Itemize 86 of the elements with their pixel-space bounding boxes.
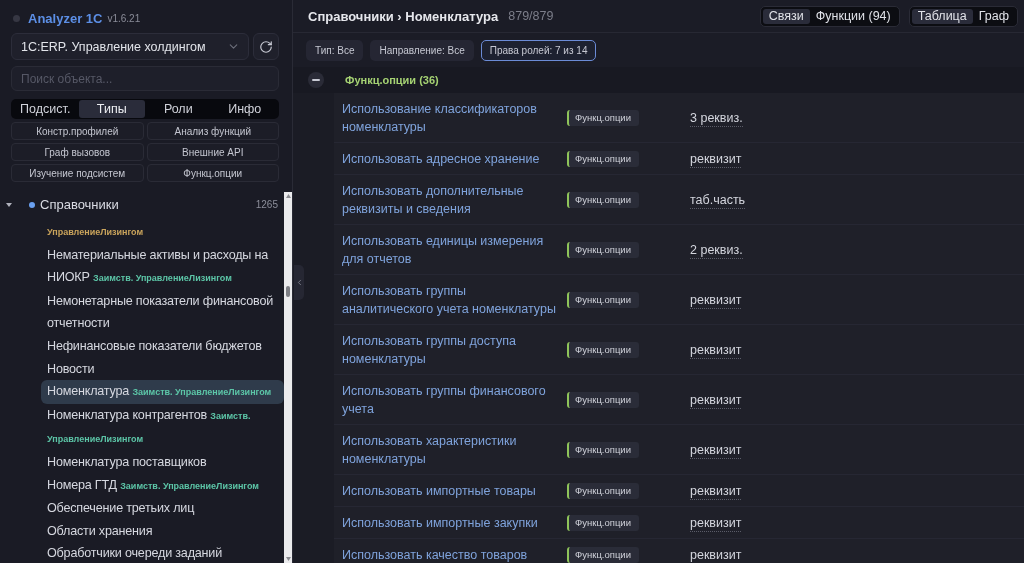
source-tag: Заимств. УправлениеЛизингом bbox=[132, 387, 272, 398]
source-tag: Заимств. УправлениеЛизингом bbox=[120, 480, 260, 491]
object-link[interactable]: Использовать группы финансового учета bbox=[342, 382, 556, 418]
type-tag: Функц.опции bbox=[567, 392, 639, 408]
app-version: v1.6.21 bbox=[107, 12, 141, 24]
tool-button[interactable]: Анализ функций bbox=[146, 122, 279, 140]
scroll-down-icon[interactable] bbox=[285, 557, 291, 561]
object-count: 879/879 bbox=[508, 9, 554, 23]
object-link[interactable]: Использовать характеристики номенклатуры bbox=[342, 432, 556, 468]
type-tag: Функц.опции bbox=[567, 110, 639, 126]
refresh-button[interactable] bbox=[253, 33, 279, 60]
tree-item[interactable]: Обработчики очереди заданий bbox=[41, 542, 284, 563]
segment-button[interactable]: Граф bbox=[972, 8, 1015, 24]
source-tag: Заимств. УправлениеЛизингом bbox=[93, 273, 232, 284]
tree-item[interactable]: Новости bbox=[41, 357, 284, 381]
type-tag: Функц.опции bbox=[567, 547, 639, 563]
tab[interactable]: Инфо bbox=[211, 100, 278, 118]
field-kind: реквизит bbox=[690, 391, 742, 409]
scrollbar-thumb[interactable] bbox=[286, 286, 290, 297]
field-kind: реквизит bbox=[690, 291, 742, 309]
config-select[interactable]: 1C:ERP. Управление холдингом bbox=[11, 33, 249, 60]
tree-item[interactable]: Обеспечение третьих лиц bbox=[41, 497, 284, 520]
segment-button[interactable]: Функции (94) bbox=[809, 8, 897, 24]
tree-item[interactable]: Номенклатура поставщиков bbox=[41, 450, 284, 474]
object-link[interactable]: Использовать группы доступа номенклатуры bbox=[342, 332, 556, 368]
tree-item[interactable]: Немонетарные показатели финансовой отчетности bbox=[41, 289, 284, 335]
object-link[interactable]: Использовать адресное хранение bbox=[342, 150, 556, 168]
tab[interactable]: Роли bbox=[145, 100, 212, 118]
tab[interactable]: Подсист. bbox=[12, 100, 79, 118]
object-link[interactable]: Использовать дополнительные реквизиты и сведения bbox=[342, 182, 556, 218]
field-kind: реквизит bbox=[690, 546, 742, 563]
tool-button[interactable]: Изучение подсистем bbox=[11, 164, 144, 182]
tree-item[interactable]: Номера ГТД Заимств. УправлениеЛизингом bbox=[41, 473, 284, 498]
field-kind: реквизит bbox=[690, 514, 742, 532]
field-kind: 2 реквиз. bbox=[690, 241, 743, 259]
filter-chip[interactable]: Тип: Все bbox=[306, 40, 364, 61]
group-title: Функц.опции (36) bbox=[345, 74, 439, 86]
tree-item[interactable]: УправлениеЛизингом bbox=[41, 220, 284, 244]
field-kind: реквизит bbox=[690, 441, 742, 459]
search-field[interactable]: Поиск объекта... bbox=[11, 66, 279, 91]
tree-item[interactable]: Номенклатура Заимств. УправлениеЛизингом bbox=[41, 380, 284, 404]
field-kind: таб.часть bbox=[690, 191, 746, 209]
filter-chip[interactable]: Направление: Все bbox=[370, 40, 474, 61]
field-kind: реквизит bbox=[690, 482, 742, 500]
tab[interactable]: Типы bbox=[78, 100, 145, 118]
field-kind: реквизит bbox=[690, 341, 742, 359]
field-kind: 3 реквиз. bbox=[690, 109, 743, 127]
type-tag: Функц.опции bbox=[567, 242, 639, 258]
app-title: Analyzer 1C bbox=[28, 10, 103, 26]
type-tag: Функц.опции bbox=[567, 442, 639, 458]
minus-icon bbox=[312, 76, 320, 84]
filter-chip[interactable]: Права ролей: 7 из 14 bbox=[480, 40, 597, 61]
object-link[interactable]: Использовать единицы измерения для отчетов bbox=[342, 232, 556, 268]
type-tag: Функц.опции bbox=[567, 292, 639, 308]
source-tag: УправлениеЛизингом bbox=[47, 227, 144, 237]
item-count: 1265 bbox=[255, 199, 278, 210]
tool-button[interactable]: Констр.профилей bbox=[11, 122, 144, 140]
tree-item[interactable]: Нематериальные активы и расходы на НИОКР Заимств. УправлениеЛизингом bbox=[41, 243, 284, 290]
status-dot-icon bbox=[13, 14, 20, 22]
segment-button[interactable]: Таблица bbox=[911, 8, 973, 24]
segment-button[interactable]: Связи bbox=[762, 8, 810, 24]
tree-item[interactable]: Области хранения bbox=[41, 519, 284, 543]
object-link[interactable]: Использовать импортные закупки bbox=[342, 514, 556, 532]
type-tag: Функц.опции bbox=[567, 192, 639, 208]
refresh-icon bbox=[259, 39, 273, 54]
scrollbar[interactable] bbox=[284, 192, 292, 563]
tool-button[interactable]: Граф вызовов bbox=[11, 143, 144, 161]
caret-down-icon[interactable] bbox=[6, 201, 12, 208]
type-tag: Функц.опции bbox=[567, 483, 639, 499]
tree-item[interactable]: Номенклатура контрагентов Заимств. УправлениеЛизингом bbox=[41, 403, 284, 451]
folder-dot-icon bbox=[29, 201, 35, 208]
type-tag: Функц.опции bbox=[567, 515, 639, 531]
object-link[interactable]: Использование классификаторов номенклатуры bbox=[342, 100, 556, 136]
type-tag: Функц.опции bbox=[567, 342, 639, 358]
tool-button[interactable]: Внешние API bbox=[146, 143, 279, 161]
collapse-toggle[interactable] bbox=[308, 72, 324, 88]
object-link[interactable]: Использовать группы аналитического учета номенклатуры bbox=[342, 282, 556, 318]
scroll-up-icon[interactable] bbox=[285, 194, 291, 198]
object-link[interactable]: Использовать качество товаров bbox=[342, 546, 556, 563]
type-tag: Функц.опции bbox=[567, 151, 639, 167]
breadcrumb: Справочники › Номенклатура bbox=[308, 8, 499, 24]
object-link[interactable]: Использовать импортные товары bbox=[342, 482, 556, 500]
tree-group-label[interactable]: Справочники bbox=[40, 197, 119, 212]
tree-item[interactable]: Нефинансовые показатели бюджетов bbox=[41, 334, 284, 358]
tool-button[interactable]: Функц.опции bbox=[146, 164, 279, 182]
field-kind: реквизит bbox=[690, 150, 742, 168]
